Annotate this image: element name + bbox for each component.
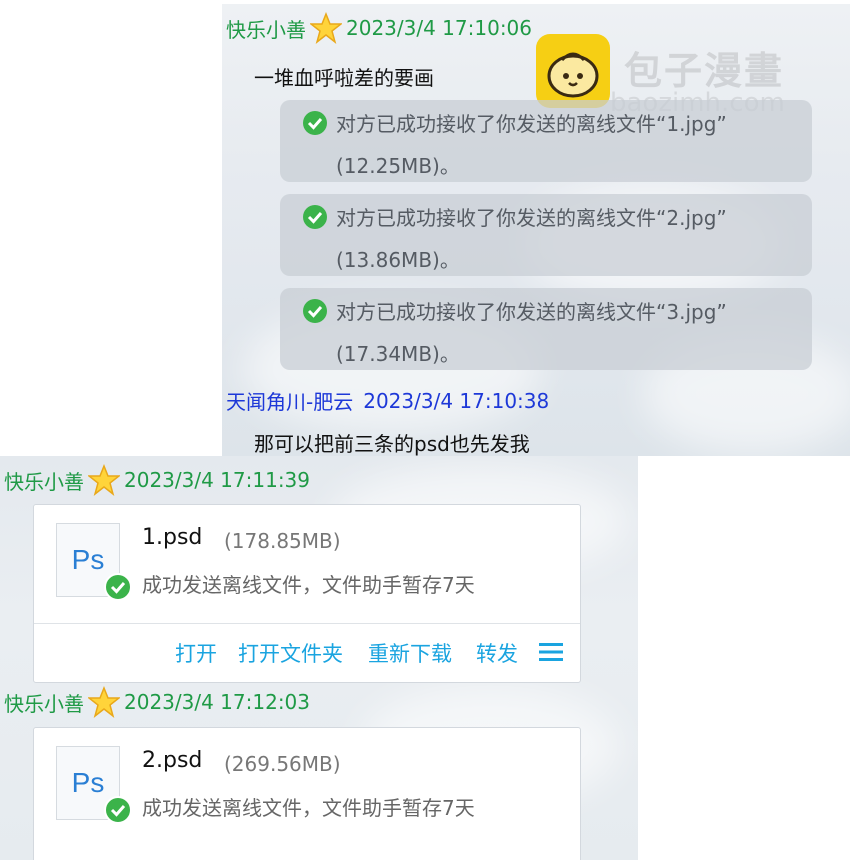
file-card: Ps 1.psd (178.85MB) 成功发送离线文件，文件助手暂存7天 打开… (33, 504, 581, 683)
notice-line2: (13.86MB)。 (336, 248, 460, 272)
check-icon (303, 299, 327, 323)
notice-line2: (12.25MB)。 (336, 154, 460, 178)
star-icon (88, 464, 120, 496)
file-size: (178.85MB) (224, 529, 341, 553)
file-card: Ps 2.psd (269.56MB) 成功发送离线文件，文件助手暂存7天 (33, 727, 581, 860)
star-icon (88, 686, 120, 718)
message-header: 天闻角川-肥云 2023/3/4 17:10:38 (226, 386, 549, 415)
notice-line1: 对方已成功接收了你发送的离线文件“1.jpg” (336, 112, 727, 136)
notice-line1: 对方已成功接收了你发送的离线文件“3.jpg” (336, 300, 727, 324)
message-header: 快乐小善 2023/3/4 17:11:39 (4, 464, 310, 496)
file-received-notice: 对方已成功接收了你发送的离线文件“2.jpg” (13.86MB)。 (280, 194, 812, 276)
baozi-logo-icon (536, 34, 610, 108)
check-icon (104, 796, 132, 824)
timestamp: 2023/3/4 17:10:06 (346, 16, 533, 40)
notice-line2: (17.34MB)。 (336, 342, 460, 366)
file-status: 成功发送离线文件，文件助手暂存7天 (142, 573, 475, 597)
message-header: 快乐小善 2023/3/4 17:10:06 (226, 12, 532, 44)
check-icon (303, 205, 327, 229)
watermark-text: 包子漫畫 (624, 49, 785, 93)
redownload-button[interactable]: 重新下载 (368, 638, 452, 668)
timestamp: 2023/3/4 17:10:38 (363, 388, 550, 413)
sender-name[interactable]: 天闻角川-肥云 (226, 386, 353, 415)
message-text: 一堆血呼啦差的要画 (254, 66, 434, 90)
menu-icon[interactable] (539, 642, 563, 662)
timestamp: 2023/3/4 17:11:39 (124, 468, 311, 492)
sender-name[interactable]: 快乐小善 (4, 466, 84, 495)
check-icon (303, 111, 327, 135)
file-name[interactable]: 1.psd (142, 525, 202, 550)
notice-line1: 对方已成功接收了你发送的离线文件“2.jpg” (336, 206, 727, 230)
file-size: (269.56MB) (224, 752, 341, 776)
timestamp: 2023/3/4 17:12:03 (124, 690, 311, 714)
file-received-notice: 对方已成功接收了你发送的离线文件“1.jpg” (12.25MB)。 (280, 100, 812, 182)
chat-panel-top: 包子漫畫 baozimh.com 快乐小善 2023/3/4 17:10:06 … (222, 4, 850, 456)
sender-name[interactable]: 快乐小善 (226, 14, 306, 43)
chat-panel-bottom: 快乐小善 2023/3/4 17:11:39 Ps 1.psd (178.85M… (0, 456, 638, 860)
sender-name[interactable]: 快乐小善 (4, 688, 84, 717)
open-button[interactable]: 打开 (175, 638, 217, 668)
star-icon (310, 12, 342, 44)
file-received-notice: 对方已成功接收了你发送的离线文件“3.jpg” (17.34MB)。 (280, 288, 812, 370)
open-folder-button[interactable]: 打开文件夹 (238, 638, 343, 668)
file-status: 成功发送离线文件，文件助手暂存7天 (142, 796, 475, 820)
file-actions: 打开 打开文件夹 重新下载 转发 (34, 623, 580, 682)
forward-button[interactable]: 转发 (476, 638, 518, 668)
check-icon (104, 573, 132, 601)
file-name[interactable]: 2.psd (142, 748, 202, 773)
message-header: 快乐小善 2023/3/4 17:12:03 (4, 686, 310, 718)
message-text: 那可以把前三条的psd也先发我 (254, 432, 530, 456)
